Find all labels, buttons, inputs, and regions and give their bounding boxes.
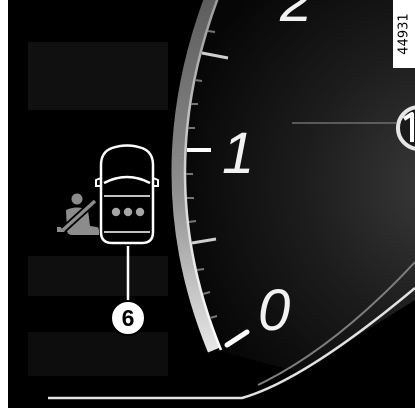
background-panel xyxy=(28,332,168,376)
scale-label-0: 0 xyxy=(258,278,290,343)
minor-tick xyxy=(196,268,205,271)
figure-reference-number: 44931 xyxy=(397,13,412,54)
background-panel xyxy=(28,42,168,110)
minor-tick xyxy=(194,79,203,82)
scale-label-2: 2 xyxy=(279,0,312,34)
scale-label-1: 1 xyxy=(222,121,254,186)
background-panel xyxy=(28,256,168,296)
seatbelt-icon-head xyxy=(71,193,83,205)
minor-tick xyxy=(188,220,197,223)
indicator-dot xyxy=(135,207,145,217)
callout-number: 6 xyxy=(122,305,135,331)
instrument-cluster-figure: 2 1 0 6 44931 xyxy=(0,0,415,416)
minor-tick xyxy=(207,30,216,33)
rear-seatbelt-indicator-dots xyxy=(111,207,145,217)
indicator-dot xyxy=(123,207,133,217)
indicator-dot xyxy=(111,207,121,217)
